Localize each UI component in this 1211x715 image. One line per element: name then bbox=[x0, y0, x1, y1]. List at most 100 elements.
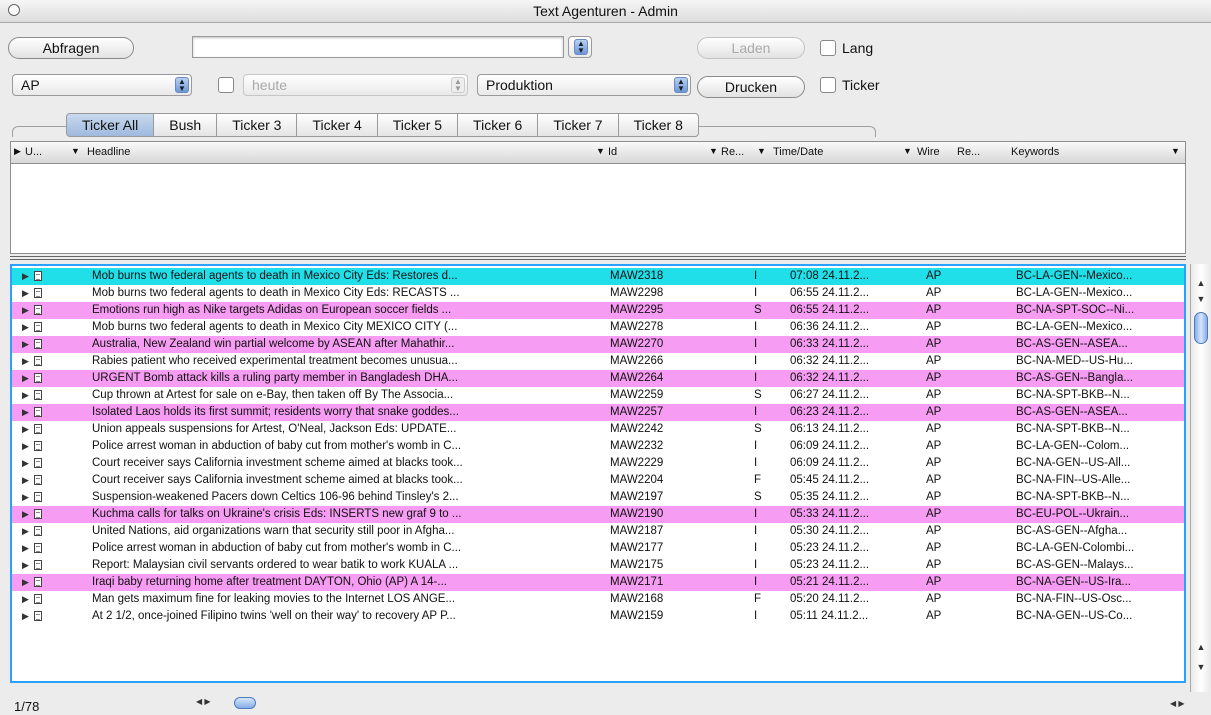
news-list[interactable]: ▶ Mob burns two federal agents to death i… bbox=[10, 264, 1186, 683]
chevron-down-icon[interactable]: ▼ bbox=[757, 146, 766, 156]
table-row[interactable]: ▶ At 2 1/2, once-joined Filipino twins 'w… bbox=[12, 608, 1184, 625]
expand-triangle-icon[interactable]: ▶ bbox=[22, 302, 29, 319]
abfragen-button[interactable]: Abfragen bbox=[8, 37, 134, 59]
expand-triangle-icon[interactable]: ▶ bbox=[22, 421, 29, 438]
expand-triangle-icon[interactable]: ▶ bbox=[22, 353, 29, 370]
tab-ticker-4[interactable]: Ticker 4 bbox=[297, 113, 378, 137]
table-row[interactable]: ▶ Police arrest woman in abduction of bab… bbox=[12, 438, 1184, 455]
column-re[interactable]: Re... bbox=[721, 146, 744, 158]
time-cell: 05:33 24.11.2... bbox=[790, 508, 870, 520]
column-time-date[interactable]: Time/Date bbox=[773, 146, 823, 158]
time-cell: 05:45 24.11.2... bbox=[790, 474, 870, 486]
table-row[interactable]: ▶ Report: Malaysian civil servants ordere… bbox=[12, 557, 1184, 574]
lang-checkbox[interactable] bbox=[820, 40, 836, 56]
expand-triangle-icon[interactable]: ▶ bbox=[22, 319, 29, 336]
table-row[interactable]: ▶ Rabies patient who received experimenta… bbox=[12, 353, 1184, 370]
column-id[interactable]: Id bbox=[608, 146, 617, 158]
wire-cell: AP bbox=[926, 593, 942, 605]
query-dropdown[interactable]: ▲ ▼ bbox=[568, 36, 592, 58]
expand-triangle-icon[interactable]: ▶ bbox=[22, 268, 29, 285]
tab-ticker-all[interactable]: Ticker All bbox=[66, 113, 155, 137]
horizontal-scroll-thumb[interactable] bbox=[234, 697, 256, 709]
table-row[interactable]: ▶ Iraqi baby returning home after treatme… bbox=[12, 574, 1184, 591]
chevron-down-icon[interactable]: ▼ bbox=[709, 146, 718, 156]
table-row[interactable]: ▶ Isolated Laos holds its first summit; r… bbox=[12, 404, 1184, 421]
expand-triangle-icon[interactable]: ▶ bbox=[22, 574, 29, 591]
table-row[interactable]: ▶ Emotions run high as Nike targets Adida… bbox=[12, 302, 1184, 319]
table-row[interactable]: ▶ Cup thrown at Artest for sale on e-Bay,… bbox=[12, 387, 1184, 404]
scroll-down-icon[interactable]: ▼ bbox=[1191, 294, 1211, 304]
expand-triangle-icon[interactable]: ▶ bbox=[22, 336, 29, 353]
expand-triangle-icon[interactable]: ▶ bbox=[22, 557, 29, 574]
agency-select[interactable]: AP ▲ ▼ bbox=[12, 74, 192, 96]
scroll-up-icon[interactable]: ▲ bbox=[1191, 642, 1211, 652]
column-keywords[interactable]: Keywords bbox=[1011, 146, 1059, 158]
column-u[interactable]: U... bbox=[25, 146, 42, 158]
tab-ticker-3[interactable]: Ticker 3 bbox=[217, 113, 298, 137]
scroll-down-icon[interactable]: ▼ bbox=[1191, 662, 1211, 672]
expand-triangle-icon[interactable]: ▶ bbox=[22, 608, 29, 625]
time-cell: 06:13 24.11.2... bbox=[790, 423, 870, 435]
time-cell: 06:55 24.11.2... bbox=[790, 304, 870, 316]
expand-triangle-icon[interactable]: ▶ bbox=[22, 285, 29, 302]
table-row[interactable]: ▶ Man gets maximum fine for leaking movie… bbox=[12, 591, 1184, 608]
table-row[interactable]: ▶ Suspension-weakened Pacers down Celtics… bbox=[12, 489, 1184, 506]
wire-cell: AP bbox=[926, 321, 942, 333]
laden-button[interactable]: Laden bbox=[697, 37, 805, 59]
table-row[interactable]: ▶ Kuchma calls for talks on Ukraine's cri… bbox=[12, 506, 1184, 523]
ticker-checkbox[interactable] bbox=[820, 77, 836, 93]
pane-splitter[interactable] bbox=[10, 256, 1186, 260]
date-select[interactable]: heute ▲ ▼ bbox=[243, 74, 468, 96]
table-row[interactable]: ▶ Union appeals suspensions for Artest, O… bbox=[12, 421, 1184, 438]
drucken-button[interactable]: Drucken bbox=[697, 76, 805, 98]
expand-triangle-icon[interactable]: ▶ bbox=[22, 370, 29, 387]
tab-bush[interactable]: Bush bbox=[154, 113, 218, 137]
expand-triangle-icon[interactable]: ▶ bbox=[22, 506, 29, 523]
chevron-down-icon[interactable]: ▼ bbox=[71, 146, 80, 156]
scroll-left-right-icon[interactable]: ◀ ▶ bbox=[1170, 699, 1185, 708]
date-checkbox[interactable] bbox=[218, 77, 234, 93]
expand-triangle-icon[interactable]: ▶ bbox=[22, 472, 29, 489]
tab-ticker-8[interactable]: Ticker 8 bbox=[618, 113, 699, 137]
expand-triangle-icon[interactable]: ▶ bbox=[22, 540, 29, 557]
table-row[interactable]: ▶ Mob burns two federal agents to death i… bbox=[12, 268, 1184, 285]
expand-triangle-icon[interactable]: ▶ bbox=[22, 523, 29, 540]
table-row[interactable]: ▶ URGENT Bomb attack kills a ruling party… bbox=[12, 370, 1184, 387]
table-row[interactable]: ▶ Court receiver says California investme… bbox=[12, 472, 1184, 489]
scroll-thumb[interactable] bbox=[1194, 312, 1208, 344]
id-cell: MAW2264 bbox=[610, 372, 664, 384]
query-input[interactable] bbox=[192, 36, 564, 58]
chevron-down-icon[interactable]: ▼ bbox=[1171, 146, 1180, 156]
column-re-2[interactable]: Re... bbox=[957, 146, 980, 158]
column-headline[interactable]: Headline bbox=[87, 146, 130, 158]
id-cell: MAW2229 bbox=[610, 457, 664, 469]
column-wire[interactable]: Wire bbox=[917, 146, 940, 158]
id-cell: MAW2159 bbox=[610, 610, 664, 622]
mode-select[interactable]: Produktion ▲ ▼ bbox=[477, 74, 691, 96]
table-row[interactable]: ▶ Court receiver says California investme… bbox=[12, 455, 1184, 472]
tab-ticker-5[interactable]: Ticker 5 bbox=[377, 113, 459, 137]
window-title: Text Agenturen - Admin bbox=[533, 3, 678, 19]
tab-ticker-6[interactable]: Ticker 6 bbox=[458, 113, 539, 137]
scroll-left-right-icon[interactable]: ◀ ▶ bbox=[196, 697, 211, 706]
table-row[interactable]: ▶ Police arrest woman in abduction of bab… bbox=[12, 540, 1184, 557]
table-row[interactable]: ▶ United Nations, aid organizations warn … bbox=[12, 523, 1184, 540]
chevron-down-icon[interactable]: ▼ bbox=[903, 146, 912, 156]
vertical-scrollbar[interactable]: ▲ ▼ ▲ ▼ bbox=[1190, 264, 1211, 692]
table-row[interactable]: ▶ Mob burns two federal agents to death i… bbox=[12, 285, 1184, 302]
expand-triangle-icon[interactable]: ▶ bbox=[22, 438, 29, 455]
scroll-up-icon[interactable]: ▲ bbox=[1191, 278, 1211, 288]
tab-ticker-7[interactable]: Ticker 7 bbox=[538, 113, 619, 137]
expand-triangle-icon[interactable]: ▶ bbox=[22, 591, 29, 608]
expand-triangle-icon[interactable]: ▶ bbox=[22, 489, 29, 506]
wire-cell: AP bbox=[926, 355, 942, 367]
chevron-down-icon[interactable]: ▼ bbox=[596, 146, 605, 156]
id-cell: MAW2257 bbox=[610, 406, 664, 418]
expand-triangle-icon[interactable]: ▶ bbox=[22, 387, 29, 404]
table-row[interactable]: ▶ Australia, New Zealand win partial welc… bbox=[12, 336, 1184, 353]
table-row[interactable]: ▶ Mob burns two federal agents to death i… bbox=[12, 319, 1184, 336]
expand-triangle-icon[interactable]: ▶ bbox=[22, 455, 29, 472]
horizontal-scrollbar[interactable]: ◀ ▶ bbox=[196, 696, 256, 711]
preview-pane[interactable] bbox=[10, 164, 1186, 254]
expand-triangle-icon[interactable]: ▶ bbox=[22, 404, 29, 421]
